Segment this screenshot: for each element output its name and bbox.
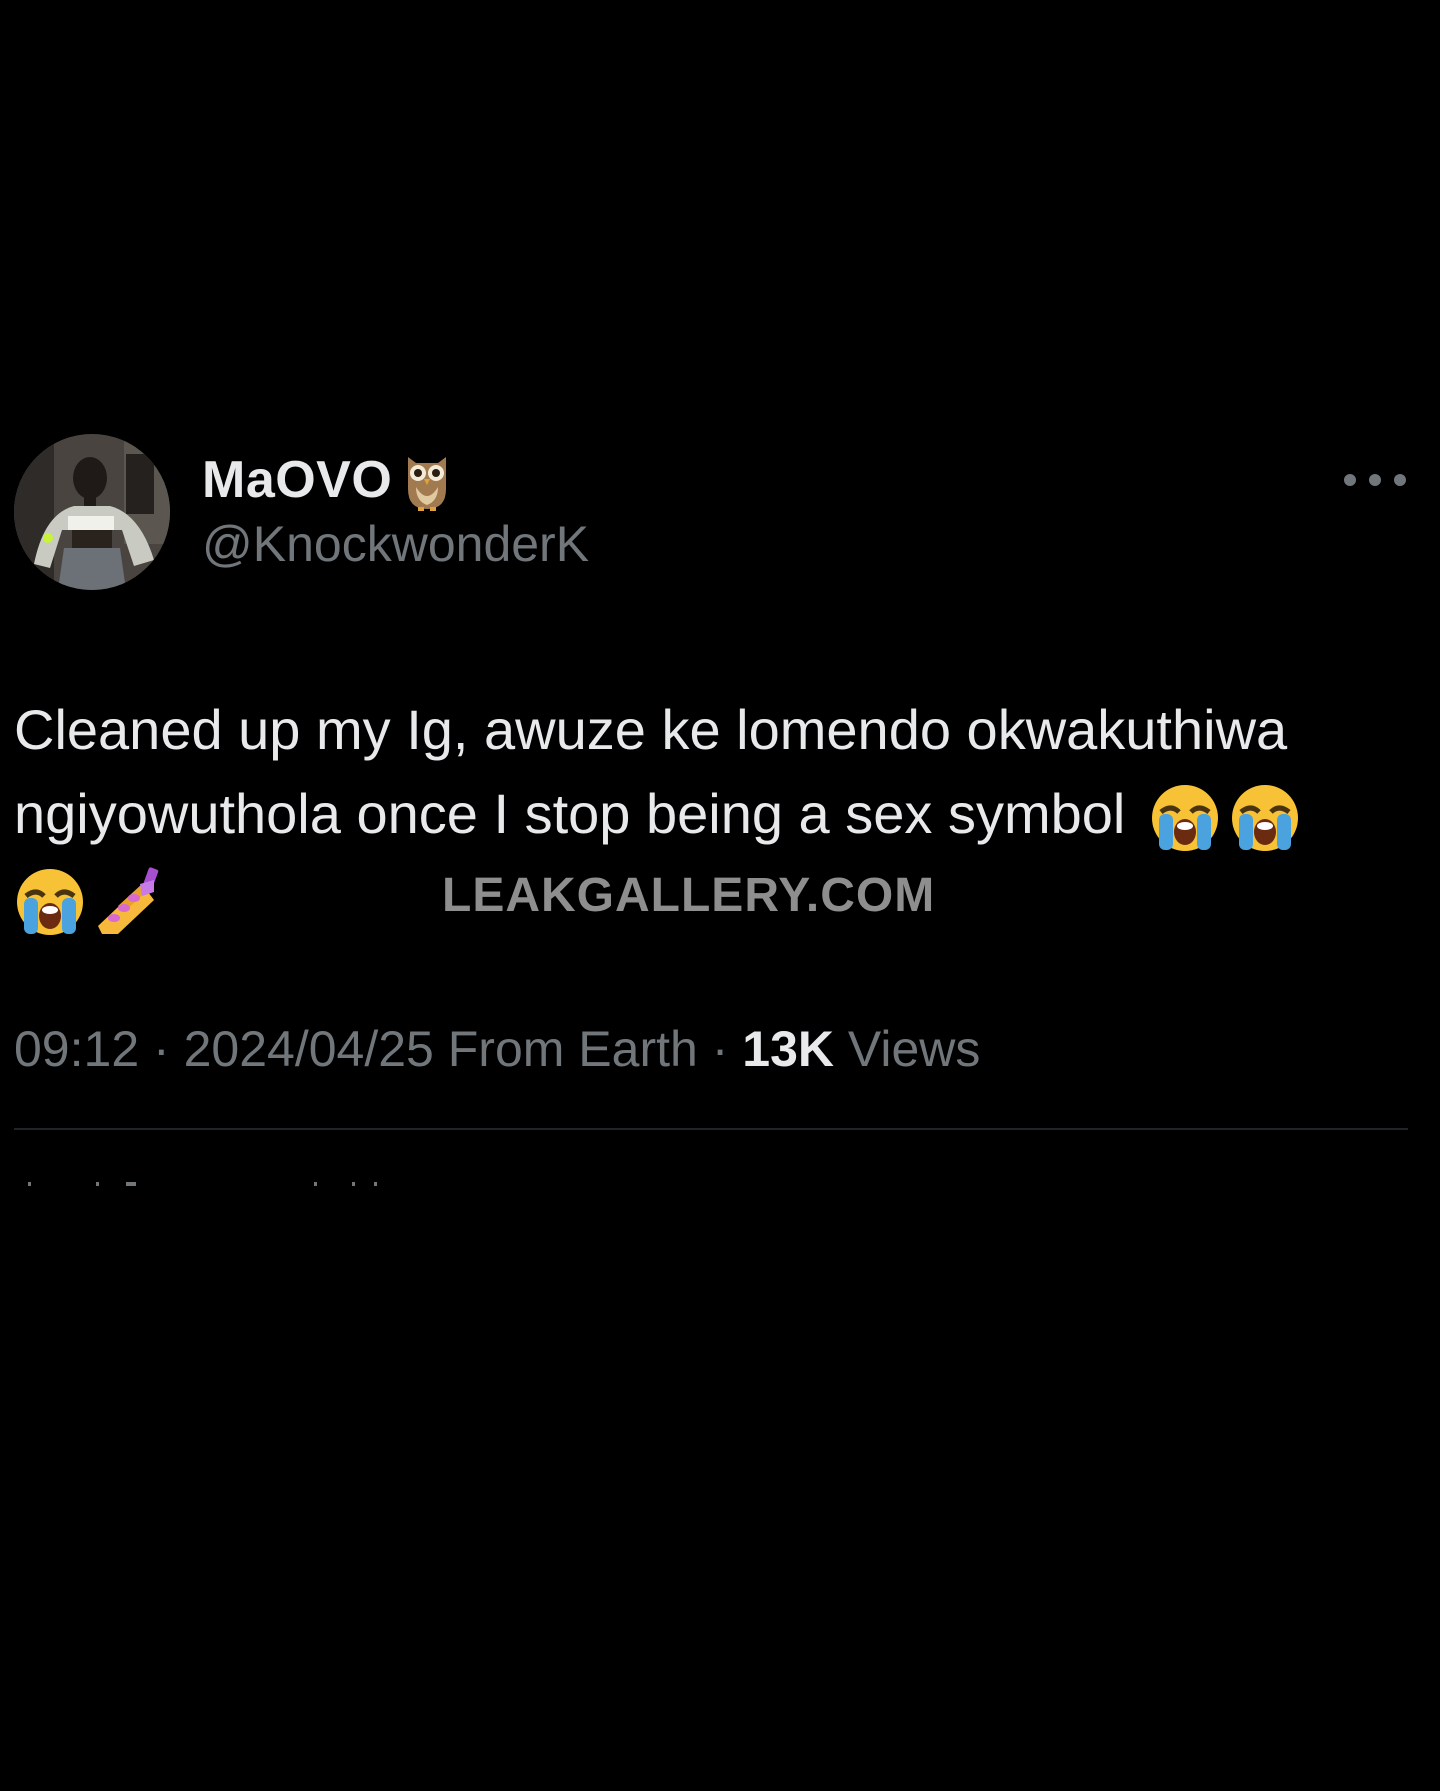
tweet-source: From Earth — [447, 1021, 698, 1077]
divider — [14, 1128, 1408, 1130]
tweet-text-line-2: ngiyowuthola once I stop being a sex sym… — [14, 782, 1126, 845]
tweet-card: MaOVO @KnockwonderK Cleaned up my Ig, aw… — [0, 0, 1440, 1791]
tweet-text-line-1: Cleaned up my Ig, awuze ke lomendo okwak… — [14, 698, 1288, 761]
avatar[interactable] — [14, 434, 170, 590]
meta-separator: · — [153, 1021, 170, 1077]
user-handle[interactable]: @KnockwonderK — [202, 515, 589, 573]
cropped-stats-row — [14, 1174, 394, 1188]
tweet-date[interactable]: 2024/04/25 — [184, 1021, 434, 1077]
loudly-crying-face-emoji — [1151, 785, 1218, 852]
owl-emoji — [408, 457, 447, 511]
more-dot-icon — [1394, 474, 1406, 486]
loudly-crying-face-emoji — [17, 869, 83, 936]
watermark: LEAKGALLERY.COM — [442, 869, 936, 922]
more-options-button[interactable] — [1344, 462, 1406, 498]
views-label: Views — [847, 1021, 981, 1077]
nail-polish-emoji — [98, 867, 159, 935]
views-count[interactable]: 13K — [742, 1021, 834, 1077]
more-dot-icon — [1344, 474, 1356, 486]
display-name[interactable]: MaOVO — [202, 450, 392, 510]
tweet-time[interactable]: 09:12 — [14, 1021, 139, 1077]
meta-separator: · — [711, 1021, 729, 1077]
tweet-metadata: 09:12 · 2024/04/25 From Earth · 13K View… — [14, 1020, 980, 1078]
user-name-row[interactable]: MaOVO — [202, 448, 452, 512]
avatar-photo — [14, 434, 170, 590]
loudly-crying-face-emoji — [1231, 785, 1298, 852]
more-dot-icon — [1369, 474, 1381, 486]
